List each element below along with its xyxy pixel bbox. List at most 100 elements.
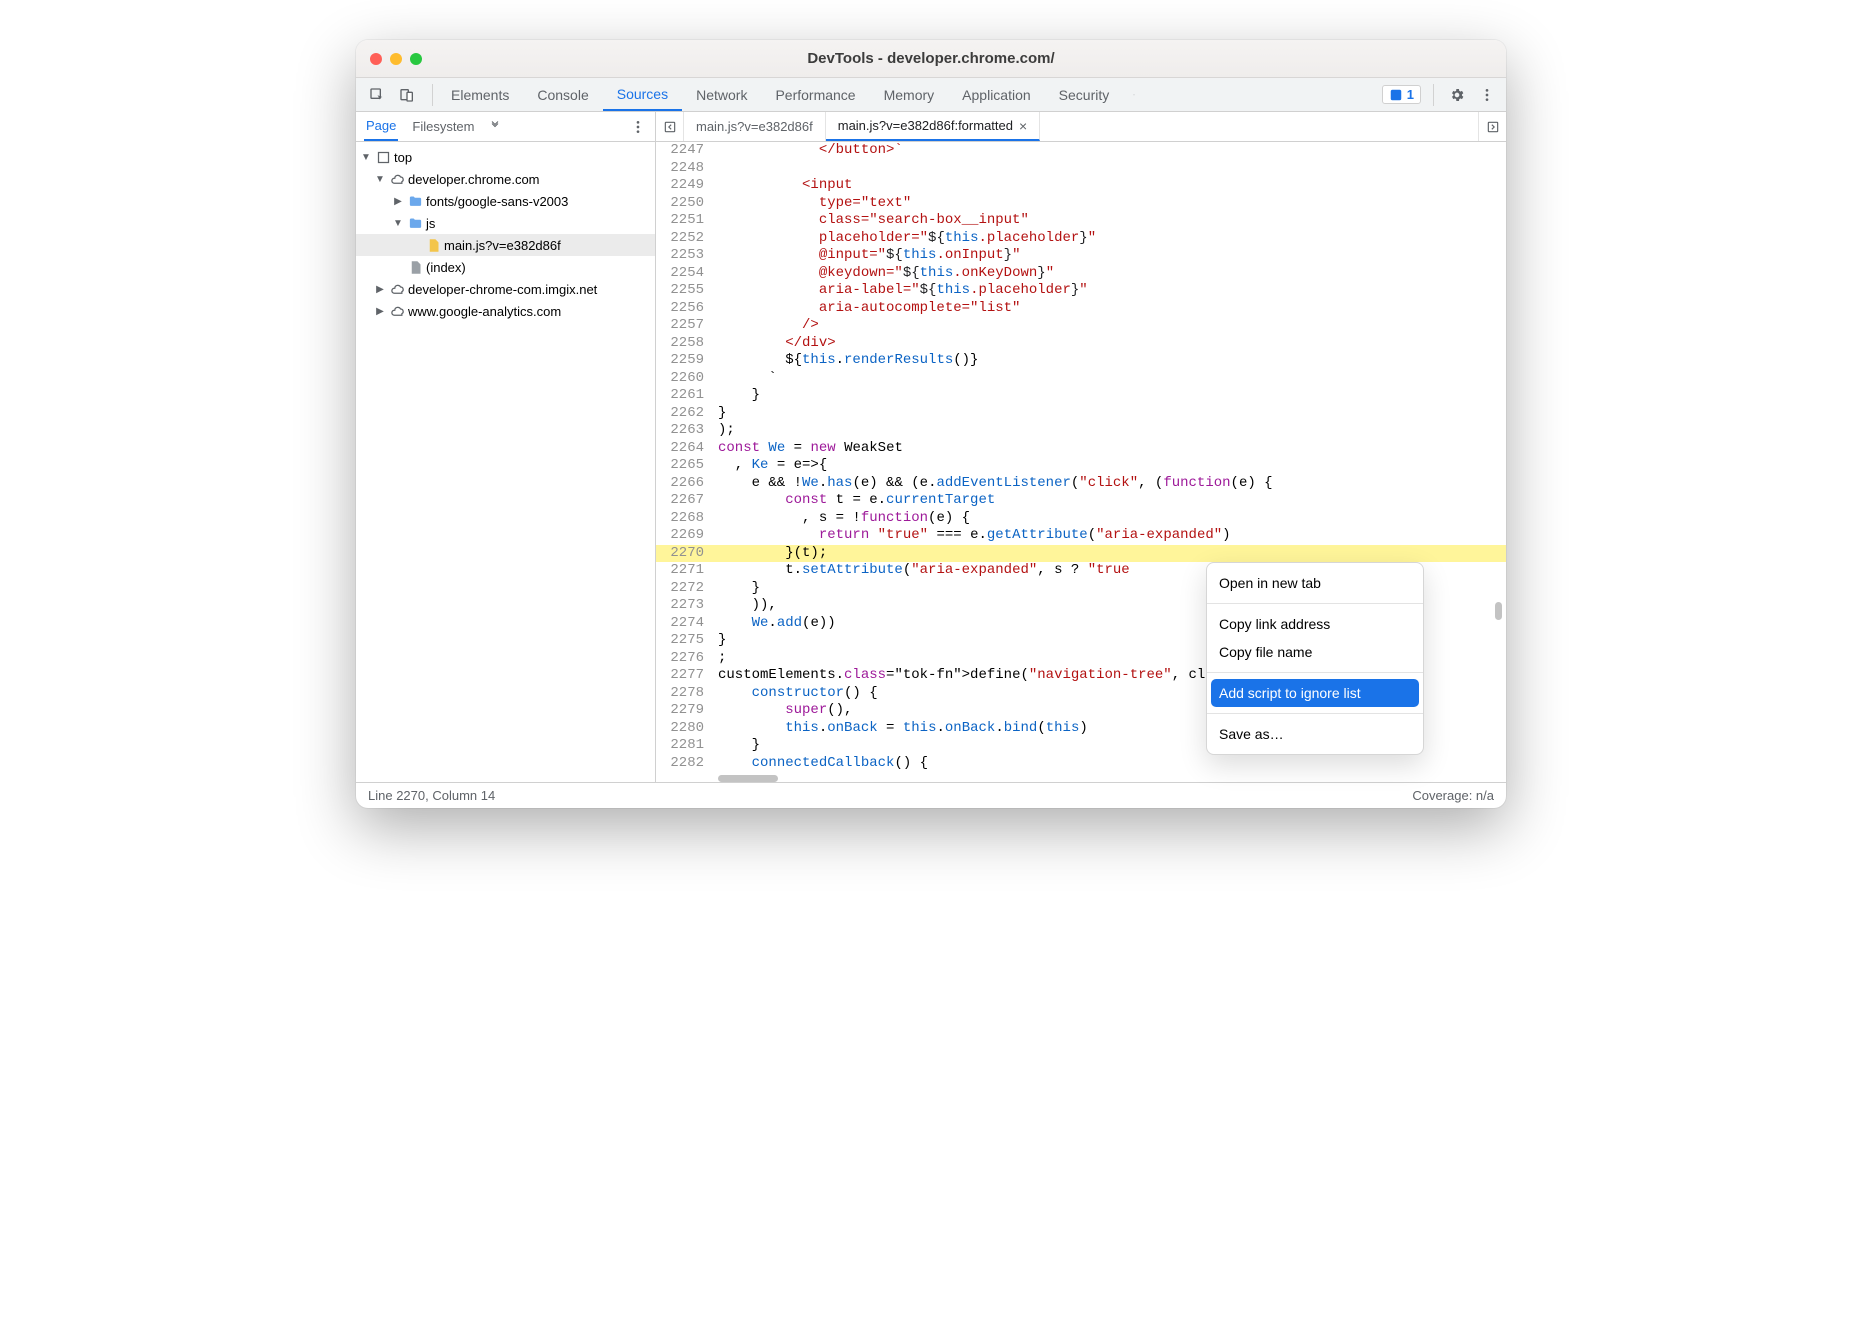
tree-item[interactable]: ▼developer.chrome.com [356, 168, 655, 190]
code-line[interactable]: 2257 /> [656, 317, 1506, 335]
minimize-window-button[interactable] [390, 53, 402, 65]
navigator-tab-filesystem[interactable]: Filesystem [410, 112, 476, 141]
code-content[interactable]: connectedCallback() { [712, 755, 1506, 773]
line-number[interactable]: 2261 [656, 387, 712, 405]
line-number[interactable]: 2252 [656, 230, 712, 248]
disclosure-arrow-icon[interactable]: ▼ [360, 152, 372, 163]
line-number[interactable]: 2248 [656, 160, 712, 178]
code-content[interactable]: type="text" [712, 195, 1506, 213]
line-number[interactable]: 2272 [656, 580, 712, 598]
code-line[interactable]: 2247 </button>` [656, 142, 1506, 160]
code-content[interactable]: } [712, 387, 1506, 405]
tree-item[interactable]: ▶www.google-analytics.com [356, 300, 655, 322]
disclosure-arrow-icon[interactable]: ▶ [392, 196, 404, 207]
navigator-tabs-more-icon[interactable] [489, 119, 501, 134]
line-number[interactable]: 2275 [656, 632, 712, 650]
code-content[interactable]: <input [712, 177, 1506, 195]
code-line[interactable]: 2268 , s = !function(e) { [656, 510, 1506, 528]
code-line[interactable]: 2253 @input="${this.onInput}" [656, 247, 1506, 265]
kebab-menu-icon[interactable] [1476, 84, 1498, 106]
code-content[interactable]: ); [712, 422, 1506, 440]
panel-tab-application[interactable]: Application [948, 78, 1045, 111]
line-number[interactable]: 2260 [656, 370, 712, 388]
line-number[interactable]: 2264 [656, 440, 712, 458]
disclosure-arrow-icon[interactable]: ▶ [374, 306, 386, 317]
line-number[interactable]: 2254 [656, 265, 712, 283]
code-content[interactable]: } [712, 405, 1506, 423]
line-number[interactable]: 2267 [656, 492, 712, 510]
code-content[interactable]: ${this.renderResults()} [712, 352, 1506, 370]
line-number[interactable]: 2249 [656, 177, 712, 195]
tree-item[interactable]: main.js?v=e382d86f [356, 234, 655, 256]
line-number[interactable]: 2274 [656, 615, 712, 633]
settings-gear-icon[interactable] [1446, 84, 1468, 106]
code-line[interactable]: 2270 }(t); [656, 545, 1506, 563]
context-menu-item[interactable]: Open in new tab [1207, 569, 1423, 597]
code-line[interactable]: 2258 </div> [656, 335, 1506, 353]
line-number[interactable]: 2270 [656, 545, 712, 563]
disclosure-arrow-icon[interactable]: ▼ [392, 218, 404, 229]
panel-tab-console[interactable]: Console [523, 78, 602, 111]
code-line[interactable]: 2251 class="search-box__input" [656, 212, 1506, 230]
code-content[interactable]: @input="${this.onInput}" [712, 247, 1506, 265]
code-content[interactable]: class="search-box__input" [712, 212, 1506, 230]
line-number[interactable]: 2276 [656, 650, 712, 668]
horizontal-scrollbar[interactable] [718, 775, 778, 782]
editor-tabs-prev-icon[interactable] [656, 112, 684, 141]
code-content[interactable]: aria-autocomplete="list" [712, 300, 1506, 318]
code-content[interactable]: , s = !function(e) { [712, 510, 1506, 528]
code-line[interactable]: 2248 [656, 160, 1506, 178]
code-content[interactable]: </button>` [712, 142, 1506, 160]
navigator-tab-page[interactable]: Page [364, 112, 398, 141]
code-content[interactable]: , Ke = e=>{ [712, 457, 1506, 475]
panel-tab-memory[interactable]: Memory [870, 78, 949, 111]
code-content[interactable]: aria-label="${this.placeholder}" [712, 282, 1506, 300]
line-number[interactable]: 2262 [656, 405, 712, 423]
context-menu-item[interactable]: Add script to ignore list [1211, 679, 1419, 707]
tree-item[interactable]: ▼js [356, 212, 655, 234]
line-number[interactable]: 2281 [656, 737, 712, 755]
context-menu-item[interactable]: Copy file name [1207, 638, 1423, 666]
disclosure-arrow-icon[interactable]: ▶ [374, 284, 386, 295]
line-number[interactable]: 2277 [656, 667, 712, 685]
editor-tab[interactable]: main.js?v=e382d86f:formatted× [826, 112, 1040, 141]
navigator-kebab-icon[interactable] [627, 116, 649, 138]
code-line[interactable]: 2263); [656, 422, 1506, 440]
line-number[interactable]: 2265 [656, 457, 712, 475]
code-line[interactable]: 2260 ` [656, 370, 1506, 388]
inspect-element-icon[interactable] [366, 84, 388, 106]
panel-tab-performance[interactable]: Performance [761, 78, 869, 111]
code-line[interactable]: 2256 aria-autocomplete="list" [656, 300, 1506, 318]
code-content[interactable] [712, 160, 1506, 178]
code-content[interactable]: const t = e.currentTarget [712, 492, 1506, 510]
panel-tab-network[interactable]: Network [682, 78, 761, 111]
line-number[interactable]: 2273 [656, 597, 712, 615]
line-number[interactable]: 2255 [656, 282, 712, 300]
tree-item[interactable]: ▶fonts/google-sans-v2003 [356, 190, 655, 212]
editor-tab[interactable]: main.js?v=e382d86f [684, 112, 826, 141]
code-line[interactable]: 2264const We = new WeakSet [656, 440, 1506, 458]
line-number[interactable]: 2278 [656, 685, 712, 703]
vertical-scrollbar[interactable] [1495, 602, 1502, 620]
line-number[interactable]: 2263 [656, 422, 712, 440]
code-line[interactable]: 2267 const t = e.currentTarget [656, 492, 1506, 510]
code-line[interactable]: 2282 connectedCallback() { [656, 755, 1506, 773]
line-number[interactable]: 2257 [656, 317, 712, 335]
panel-tab-security[interactable]: Security [1045, 78, 1124, 111]
code-line[interactable]: 2252 placeholder="${this.placeholder}" [656, 230, 1506, 248]
line-number[interactable]: 2279 [656, 702, 712, 720]
line-number[interactable]: 2271 [656, 562, 712, 580]
issues-counter[interactable]: 1 [1382, 85, 1421, 104]
code-line[interactable]: 2269 return "true" === e.getAttribute("a… [656, 527, 1506, 545]
line-number[interactable]: 2282 [656, 755, 712, 773]
device-toolbar-icon[interactable] [396, 84, 418, 106]
line-number[interactable]: 2258 [656, 335, 712, 353]
code-line[interactable]: 2266 e && !We.has(e) && (e.addEventListe… [656, 475, 1506, 493]
code-content[interactable]: /> [712, 317, 1506, 335]
panel-tab-elements[interactable]: Elements [437, 78, 523, 111]
code-content[interactable]: </div> [712, 335, 1506, 353]
code-line[interactable]: 2261 } [656, 387, 1506, 405]
code-content[interactable]: return "true" === e.getAttribute("aria-e… [712, 527, 1506, 545]
code-line[interactable]: 2259 ${this.renderResults()} [656, 352, 1506, 370]
toggle-debugger-pane-icon[interactable] [1478, 112, 1506, 141]
